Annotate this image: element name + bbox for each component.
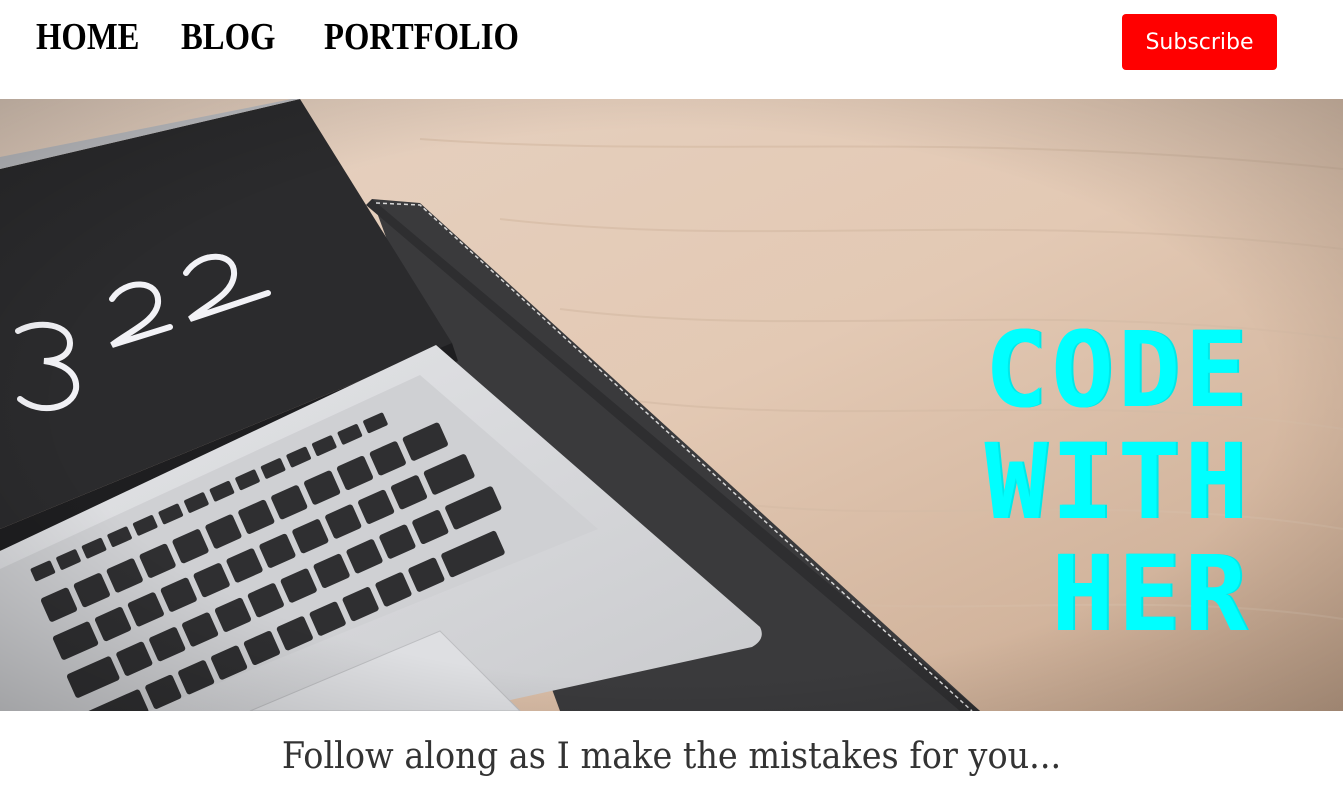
subscribe-button[interactable]: Subscribe bbox=[1122, 14, 1277, 70]
hero-title-line-2: WITH bbox=[984, 421, 1251, 543]
hero-banner: CODE WITH HER bbox=[0, 99, 1343, 711]
hero-title-line-3: HER bbox=[1051, 533, 1251, 655]
hero-title: CODE WITH HER bbox=[985, 314, 1251, 650]
hero-title-line-1: CODE bbox=[984, 309, 1251, 431]
tagline: Follow along as I make the mistakes for … bbox=[281, 736, 1062, 777]
nav-blog-link[interactable]: BLOG bbox=[181, 14, 275, 60]
nav-home-link[interactable]: HOME bbox=[36, 14, 139, 60]
top-nav: HOME BLOG PORTFOLIO Subscribe bbox=[0, 0, 1343, 99]
nav-portfolio-link[interactable]: PORTFOLIO bbox=[324, 14, 519, 60]
